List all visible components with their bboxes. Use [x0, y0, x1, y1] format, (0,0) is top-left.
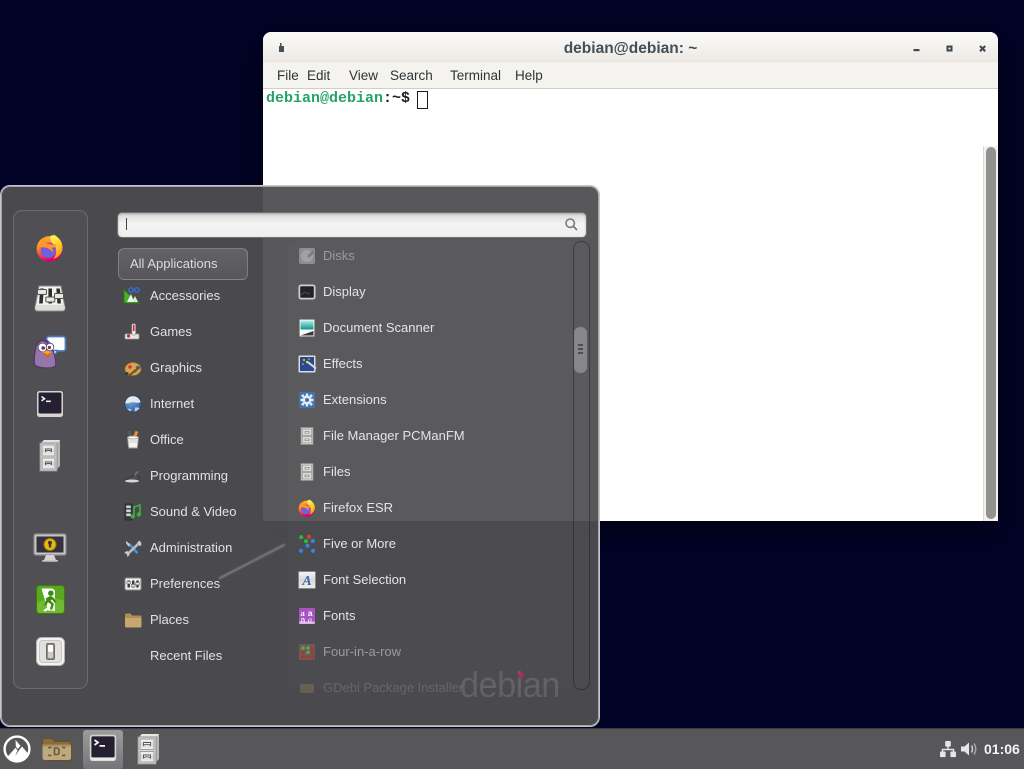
svg-text:A: A — [301, 574, 311, 589]
svg-text:a: a — [308, 615, 312, 625]
svg-text:a: a — [301, 615, 306, 625]
